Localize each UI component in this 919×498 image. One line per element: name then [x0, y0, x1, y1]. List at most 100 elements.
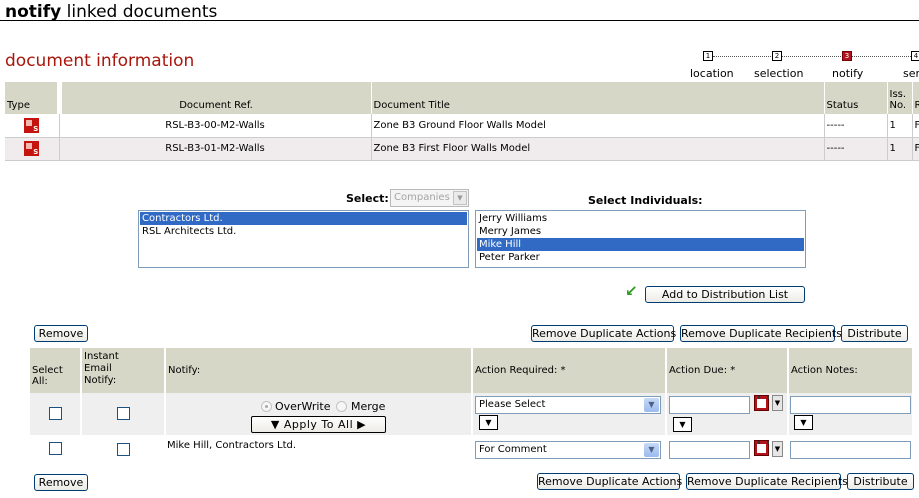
- select-type-dropdown[interactable]: Companies ▼: [390, 189, 469, 207]
- remove-button-bottom[interactable]: Remove: [34, 474, 88, 491]
- individual-option[interactable]: Jerry Williams: [477, 212, 804, 225]
- caret-down-icon: ▼: [679, 420, 686, 429]
- page-title-bold: notify: [5, 2, 62, 22]
- document-status: -----: [824, 137, 888, 161]
- step-2-label: selection: [754, 67, 804, 80]
- column-divider: [787, 348, 789, 458]
- overwrite-radio[interactable]: [261, 401, 272, 412]
- col-notify: Notify:: [166, 348, 466, 393]
- column-divider: [665, 348, 667, 458]
- table-row[interactable]: RSL-B3-00-M2-Walls Zone B3 Ground Floor …: [5, 114, 919, 138]
- calendar-dropdown-arrow[interactable]: ▼: [772, 395, 783, 411]
- action-required-template-value: Please Select: [479, 399, 546, 410]
- step-1-box: 1: [703, 51, 713, 61]
- document-issue-no: 1: [887, 137, 913, 161]
- column-divider: [80, 348, 82, 458]
- col-type: Type: [5, 82, 62, 114]
- type-cell: [5, 114, 60, 138]
- table-row[interactable]: RSL-B3-01-M2-Walls Zone B3 First Floor W…: [5, 137, 919, 161]
- recipient-action-notes-input[interactable]: [790, 441, 911, 459]
- column-divider: [164, 348, 166, 458]
- col-instant-email: Instant Email Notify:: [82, 348, 132, 393]
- col-rev: R: [912, 82, 919, 114]
- chevron-down-icon: ▼: [644, 443, 659, 457]
- step-3-box: 3: [842, 51, 852, 61]
- action-required-template-select[interactable]: Please Select ▼: [475, 396, 661, 414]
- action-notes-apply-dropdown[interactable]: ▼: [794, 415, 813, 430]
- individual-option[interactable]: Merry James: [477, 225, 804, 238]
- companies-listbox[interactable]: Contractors Ltd. RSL Architects Ltd.: [138, 210, 469, 268]
- recipient-action-due-input[interactable]: [669, 441, 750, 459]
- document-rev: F: [912, 137, 919, 161]
- action-due-template-input[interactable]: [669, 396, 750, 414]
- col-document-title: Document Title: [371, 82, 825, 114]
- overwrite-label: OverWrite: [275, 400, 331, 413]
- caret-down-icon: ▼: [270, 418, 280, 431]
- recipient-action-required-select[interactable]: For Comment ▼: [475, 441, 661, 459]
- step-3-label: notify: [832, 67, 864, 80]
- remove-duplicate-recipients-button-top[interactable]: Remove Duplicate Recipients: [680, 325, 842, 342]
- instant-email-all-checkbox[interactable]: [117, 407, 130, 420]
- document-status: -----: [824, 114, 888, 138]
- calendar-icon[interactable]: [754, 440, 769, 456]
- add-arrow-icon: ↙: [625, 282, 638, 300]
- apply-to-all-label: Apply To All: [283, 418, 354, 431]
- col-action-due: Action Due: *: [667, 348, 787, 393]
- page-title-rest: linked documents: [66, 2, 218, 22]
- chevron-down-icon: ▼: [644, 398, 659, 412]
- remove-button-top[interactable]: Remove: [34, 325, 88, 342]
- action-required-apply-dropdown[interactable]: ▼: [479, 415, 498, 430]
- individuals-listbox[interactable]: Jerry Williams Merry James Mike Hill Pet…: [475, 210, 806, 268]
- add-to-distribution-button[interactable]: Add to Distribution List: [645, 286, 805, 303]
- recipient-action-required-value: For Comment: [479, 444, 547, 455]
- model-file-icon[interactable]: [24, 141, 40, 156]
- step-connector: [713, 56, 919, 57]
- document-ref: RSL-B3-01-M2-Walls: [59, 137, 372, 161]
- chevron-down-icon: ▼: [453, 191, 467, 205]
- select-individuals-label: Select Individuals:: [588, 194, 703, 207]
- remove-duplicate-actions-button-bottom[interactable]: Remove Duplicate Actions: [537, 473, 682, 490]
- step-1-label: location: [690, 67, 734, 80]
- model-file-icon[interactable]: [24, 117, 40, 133]
- col-document-ref: Document Ref.: [59, 82, 372, 114]
- company-option-contractors[interactable]: Contractors Ltd.: [140, 212, 467, 225]
- action-due-apply-dropdown[interactable]: ▼: [673, 417, 692, 432]
- document-ref: RSL-B3-00-M2-Walls: [59, 114, 372, 138]
- merge-label: Merge: [351, 400, 386, 413]
- col-select-all: Select All:: [30, 348, 80, 393]
- recipient-select-checkbox[interactable]: [49, 442, 62, 455]
- individual-option[interactable]: Peter Parker: [477, 251, 804, 264]
- col-action-notes: Action Notes:: [789, 348, 909, 393]
- col-status: Status: [824, 82, 888, 114]
- individual-option[interactable]: Mike Hill: [477, 238, 804, 251]
- remove-duplicate-recipients-button-bottom[interactable]: Remove Duplicate Recipients: [686, 473, 848, 490]
- recipient-name: Mike Hill, Contractors Ltd.: [167, 440, 297, 451]
- page-title: notify linked documents: [5, 2, 217, 22]
- col-issue-no: Iss. No.: [887, 82, 913, 114]
- action-notes-template-input[interactable]: [790, 396, 911, 414]
- document-rev: F: [912, 114, 919, 138]
- documents-header-row: Type Document Ref. Document Title Status…: [5, 82, 919, 114]
- step-4-box: 4: [911, 51, 919, 61]
- column-divider: [471, 348, 473, 458]
- col-action-required: Action Required: *: [473, 348, 663, 393]
- apply-to-all-button[interactable]: ▼ Apply To All ▶: [251, 416, 386, 433]
- document-title: Zone B3 Ground Floor Walls Model: [371, 114, 825, 138]
- company-option-rsl-architects[interactable]: RSL Architects Ltd.: [140, 225, 467, 238]
- recipient-instant-email-checkbox[interactable]: [117, 443, 130, 456]
- select-label: Select:: [346, 192, 389, 205]
- merge-radio[interactable]: [336, 401, 347, 412]
- distribute-button-bottom[interactable]: Distribute: [847, 473, 914, 490]
- step-4-label: ser: [903, 67, 919, 80]
- distribute-button-top[interactable]: Distribute: [841, 325, 908, 342]
- select-all-checkbox[interactable]: [49, 407, 62, 420]
- remove-duplicate-actions-button-top[interactable]: Remove Duplicate Actions: [531, 325, 676, 342]
- select-type-value: Companies: [394, 192, 450, 203]
- calendar-dropdown-arrow[interactable]: ▼: [772, 441, 783, 457]
- calendar-icon[interactable]: [754, 395, 769, 411]
- caret-down-icon: ▼: [485, 418, 492, 427]
- caret-down-icon: ▼: [800, 418, 807, 427]
- documents-table: Type Document Ref. Document Title Status…: [5, 82, 919, 161]
- document-title: Zone B3 First Floor Walls Model: [371, 137, 825, 161]
- title-divider: [0, 20, 919, 21]
